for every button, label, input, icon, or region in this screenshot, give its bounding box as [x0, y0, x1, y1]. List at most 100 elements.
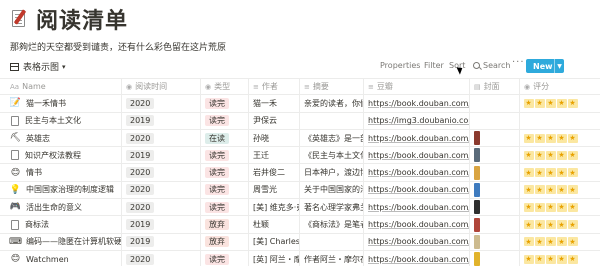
cell-type[interactable]: 放弃 [201, 216, 249, 233]
cover-thumbnail[interactable] [474, 182, 480, 197]
cell-summary[interactable]: 《商标法》是笔者 [300, 216, 364, 233]
table-row[interactable]: 📝猫一禾情书 2020 读完 猫一禾 亲爱的读者，你们好 https://boo… [0, 95, 600, 113]
cover-thumbnail[interactable] [474, 148, 480, 163]
cell-cover[interactable] [470, 199, 520, 216]
cell-read-time[interactable]: 2019 [122, 147, 201, 164]
cell-douban[interactable]: https://img3.doubanio.com/vie [364, 112, 470, 129]
cell-cover[interactable] [470, 181, 520, 199]
column-header-rating[interactable]: ◉ 评分 [520, 79, 600, 94]
table-row[interactable]: ⌨编码——隐匿在计算机软硬件 2019 放弃 [美] Charles P htt… [0, 233, 600, 251]
cell-summary[interactable]: 亲爱的读者，你们好 [300, 95, 364, 112]
cell-summary[interactable] [300, 112, 364, 129]
cell-type[interactable]: 在读 [201, 129, 249, 147]
cell-douban[interactable]: https://book.douban.com/sub [364, 233, 470, 250]
cell-douban[interactable]: https://book.douban.com/sub [364, 95, 470, 112]
cover-thumbnail[interactable] [474, 252, 480, 266]
table-row[interactable]: ⛏ 英雄志 2020 在读 孙晓 《英雄志》是一部 https://book.do… [0, 129, 600, 148]
filter-button[interactable]: Filter [424, 61, 444, 70]
cell-summary[interactable] [300, 233, 364, 250]
cell-read-time[interactable]: 2020 [122, 95, 201, 112]
column-header-read-time[interactable]: ◉ 阅读时间 [122, 79, 201, 95]
cell-type[interactable]: 读完 [201, 112, 249, 129]
cell-name[interactable]: 😊 Watchmen [6, 250, 122, 266]
cell-rating[interactable]: ★ ★ ★ ★ ★ [520, 251, 600, 266]
new-button[interactable]: New ▼ [526, 59, 564, 73]
cell-rating[interactable]: ★ ★ ★ ★ ★ [520, 95, 600, 111]
cover-thumbnail[interactable] [474, 165, 480, 180]
douban-link[interactable]: https://book.douban.com/sub [368, 255, 469, 264]
cover-thumbnail[interactable] [474, 217, 480, 232]
douban-link[interactable]: https://book.douban.com/sub [368, 168, 469, 177]
cell-author[interactable]: 孙晓 [249, 129, 300, 147]
cell-author[interactable]: 王迁 [249, 147, 300, 164]
column-header-name[interactable]: Aa Name [6, 79, 122, 95]
cell-author[interactable]: 岩井俊二 [249, 164, 300, 181]
cell-read-time[interactable]: 2019 [122, 216, 201, 233]
cell-summary[interactable]: 《英雄志》是一部 [300, 129, 364, 147]
cell-author[interactable]: [美] Charles P [249, 233, 300, 250]
cell-douban[interactable]: https://book.douban.com/sub [364, 147, 470, 164]
douban-link[interactable]: https://book.douban.com/sub [368, 220, 469, 229]
cell-summary[interactable]: 日本神户，渡边博子 [300, 164, 364, 181]
column-header-author[interactable]: ≡ 作者 [249, 79, 300, 95]
cell-read-time[interactable]: 2019 [122, 233, 201, 250]
cell-type[interactable]: 读完 [201, 199, 249, 216]
cell-cover[interactable] [470, 112, 520, 129]
table-row[interactable]: 💡中国国家治理的制度逻辑 2020 读完 周雪光 关于中国国家的治理 https… [0, 181, 600, 200]
douban-link[interactable]: https://book.douban.com/sub [368, 203, 469, 212]
cell-rating[interactable]: ★ ★ ★ ★ ★ [520, 216, 600, 232]
cell-cover[interactable] [470, 164, 520, 181]
cell-douban[interactable]: https://book.douban.com/sub [364, 129, 470, 147]
cell-summary[interactable]: 关于中国国家的治理 [300, 181, 364, 199]
douban-link[interactable]: https://book.douban.com/sub [368, 237, 469, 246]
cover-thumbnail[interactable] [474, 234, 480, 249]
cell-rating[interactable]: ★ ★ ★ ★ ★ [520, 199, 600, 215]
cell-rating[interactable]: ★ ★ ★ ★ ★ [520, 234, 600, 250]
douban-link[interactable]: https://book.douban.com/sub [368, 151, 469, 160]
cell-rating[interactable]: ★ ★ ★ ★ ★ [520, 147, 600, 163]
cell-type[interactable]: 读完 [201, 181, 249, 199]
table-row[interactable]: 商标法 2019 放弃 杜颖 《商标法》是笔者 https://book.dou… [0, 216, 600, 234]
cell-author[interactable]: 猫一禾 [249, 95, 300, 112]
cell-name[interactable]: 😊 情书 [6, 164, 122, 181]
cell-name[interactable]: 知识产权法教程 [6, 147, 122, 164]
column-header-cover[interactable]: ▤ 封面 [470, 79, 520, 95]
cell-name[interactable]: ⛏ 英雄志 [6, 129, 122, 147]
cell-douban[interactable]: https://book.douban.com/sub [364, 164, 470, 181]
cell-douban[interactable]: https://book.douban.com/sub [364, 250, 470, 266]
cell-type[interactable]: 读完 [201, 147, 249, 164]
cell-cover[interactable] [470, 250, 520, 266]
cell-cover[interactable] [470, 95, 520, 112]
more-options-button[interactable]: ··· [512, 57, 525, 68]
table-row[interactable]: 😊情书 2020 读完 岩井俊二 日本神户，渡边博子 https://book.… [0, 164, 600, 182]
cell-author[interactable]: 尹保云 [249, 112, 300, 129]
cell-name[interactable]: 📝 猫一禾情书 [6, 95, 122, 112]
cell-name[interactable]: 民主与本土文化 [6, 112, 122, 129]
column-header-douban[interactable]: ≡ 豆瓣 [364, 79, 470, 95]
cell-cover[interactable] [470, 147, 520, 164]
cell-summary[interactable]: 作者阿兰・摩尔在 [300, 250, 364, 266]
cell-author[interactable]: 周雪光 [249, 181, 300, 199]
douban-link[interactable]: https://book.douban.com/sub [368, 99, 469, 108]
table-row[interactable]: 😊Watchmen 2020 读完 [英] 阿兰・摩尔 作者阿兰・摩尔在 htt… [0, 250, 600, 266]
cell-douban[interactable]: https://book.douban.com/sub [364, 216, 470, 233]
cell-cover[interactable] [470, 233, 520, 250]
cell-author[interactable]: 杜颖 [249, 216, 300, 233]
cell-type[interactable]: 读完 [201, 164, 249, 181]
cell-author[interactable]: [美] 维克多·弗 [249, 199, 300, 216]
cell-read-time[interactable]: 2020 [122, 199, 201, 216]
table-row[interactable]: 知识产权法教程 2019 读完 王迁 《民主与本土文化 https://book… [0, 147, 600, 165]
cover-thumbnail[interactable] [474, 131, 480, 146]
properties-button[interactable]: Properties [380, 61, 420, 70]
cell-read-time[interactable]: 2020 [122, 164, 201, 181]
chevron-down-icon[interactable]: ▼ [554, 59, 564, 73]
cell-cover[interactable] [470, 216, 520, 233]
cell-name[interactable]: ⌨ 编码——隐匿在计算机软硬件 [6, 233, 122, 250]
cell-type[interactable]: 读完 [201, 95, 249, 112]
cell-author[interactable]: [英] 阿兰・摩尔 [249, 250, 300, 266]
cell-name[interactable]: 💡 中国国家治理的制度逻辑 [6, 181, 122, 199]
douban-link[interactable]: https://img3.doubanio.com/vie [368, 116, 469, 125]
column-header-summary[interactable]: ≡ 摘要 [300, 79, 364, 95]
cell-rating[interactable]: ★ ★ ★ ★ ★ [520, 182, 600, 198]
cell-read-time[interactable]: 2020 [122, 250, 201, 266]
